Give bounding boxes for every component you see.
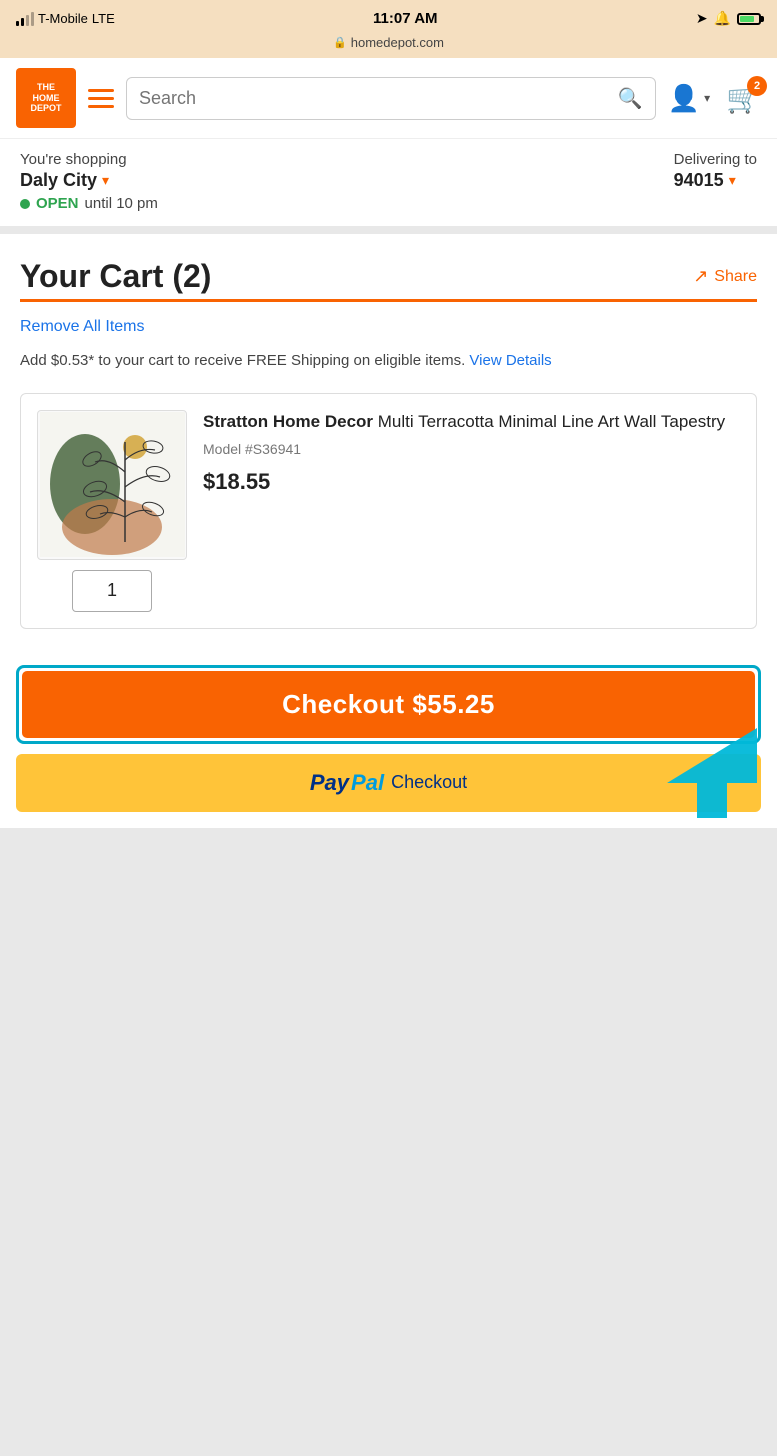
- view-details-link[interactable]: View Details: [469, 352, 551, 369]
- store-location: You're shopping Daly City ▾ OPEN until 1…: [20, 151, 158, 212]
- open-status-dot: [20, 199, 30, 209]
- open-status-label: OPEN: [36, 195, 79, 212]
- product-name: Stratton Home Decor Multi Terracotta Min…: [203, 410, 740, 434]
- checkout-button-wrap: Checkout $55.25: [16, 665, 761, 744]
- user-icon: 👤: [668, 83, 700, 114]
- header-icons: 👤 ▾ 🛒 2: [668, 82, 761, 115]
- quantity-input[interactable]: 1: [72, 570, 152, 612]
- url-label: homedepot.com: [351, 35, 444, 50]
- product-info: Stratton Home Decor Multi Terracotta Min…: [203, 410, 740, 496]
- bottom-checkout-bar: Checkout $55.25 PayPal Checkout: [0, 665, 777, 828]
- cart-button[interactable]: 🛒 2: [726, 82, 761, 115]
- free-shipping-message: Add $0.53* to your cart to receive FREE …: [20, 350, 757, 373]
- city-name: Daly City: [20, 170, 97, 191]
- cart-divider: [20, 299, 757, 302]
- product-image-wrap: 1: [37, 410, 187, 612]
- network-label: LTE: [92, 11, 115, 26]
- status-left: T-Mobile LTE: [16, 11, 115, 26]
- user-account-button[interactable]: 👤 ▾: [668, 83, 710, 114]
- zip-code: 94015: [674, 170, 724, 191]
- chevron-down-icon: ▾: [704, 91, 710, 105]
- carrier-label: T-Mobile: [38, 11, 88, 26]
- search-button[interactable]: 🔍: [618, 86, 643, 111]
- paypal-label: PayPal Checkout: [310, 770, 467, 796]
- cart-badge: 2: [747, 76, 767, 96]
- deliver-label: Delivering to: [674, 151, 757, 168]
- product-image: [37, 410, 187, 560]
- app-header: THE HOME DEPOT 🔍 👤 ▾ 🛒 2: [0, 58, 777, 139]
- share-button[interactable]: ↗ Share: [693, 266, 757, 287]
- url-bar: 🔒 homedepot.com: [0, 33, 777, 58]
- product-model-number: Model #S36941: [203, 441, 740, 457]
- home-depot-logo[interactable]: THE HOME DEPOT: [16, 68, 76, 128]
- zip-chevron-icon[interactable]: ▾: [729, 172, 736, 189]
- signal-icon: [16, 12, 34, 26]
- remove-all-items-button[interactable]: Remove All Items: [20, 318, 757, 336]
- shopping-label: You're shopping: [20, 151, 158, 168]
- location-arrow-icon: ➤: [696, 10, 708, 27]
- delivery-location: Delivering to 94015 ▾: [674, 151, 757, 191]
- status-bar: T-Mobile LTE 11:07 AM ➤ 🔔: [0, 0, 777, 33]
- cart-title: Your Cart (2): [20, 258, 211, 295]
- search-input[interactable]: [139, 88, 610, 109]
- open-hours-label: until 10 pm: [85, 195, 158, 212]
- cart-content: Your Cart (2) ↗ Share Remove All Items A…: [0, 234, 777, 665]
- hamburger-menu[interactable]: [88, 89, 114, 108]
- time-label: 11:07 AM: [373, 10, 437, 27]
- annotation-arrow: [667, 728, 757, 818]
- status-right: ➤ 🔔: [696, 10, 761, 27]
- alarm-icon: 🔔: [714, 10, 731, 27]
- lock-icon: 🔒: [333, 36, 347, 49]
- city-chevron-icon[interactable]: ▾: [102, 172, 109, 189]
- checkout-button[interactable]: Checkout $55.25: [22, 671, 755, 738]
- paypal-checkout-button[interactable]: PayPal Checkout: [16, 754, 761, 812]
- cart-header: Your Cart (2) ↗ Share: [20, 258, 757, 295]
- share-icon: ↗: [693, 266, 708, 287]
- product-card: 1 Stratton Home Decor Multi Terracotta M…: [20, 393, 757, 629]
- location-bar: You're shopping Daly City ▾ OPEN until 1…: [0, 139, 777, 234]
- share-label: Share: [714, 268, 757, 286]
- battery-icon: [737, 13, 761, 25]
- search-bar[interactable]: 🔍: [126, 77, 656, 120]
- product-price: $18.55: [203, 469, 740, 495]
